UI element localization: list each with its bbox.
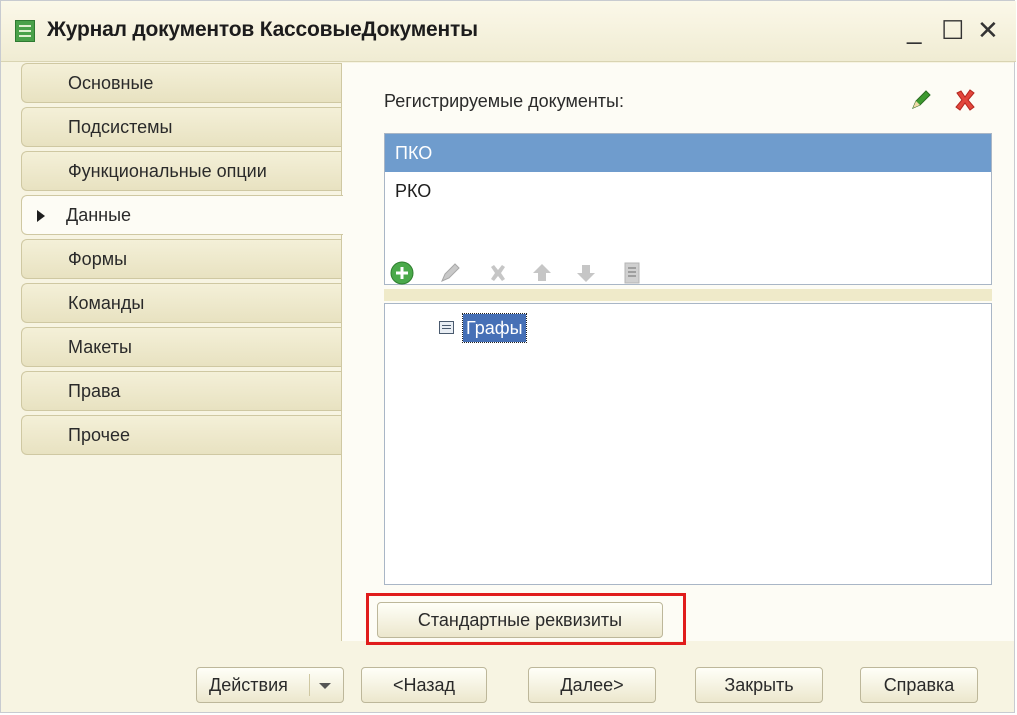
standard-attributes-button[interactable]: Стандартные реквизиты [377, 602, 663, 638]
columns-tree[interactable]: Графы [384, 303, 992, 585]
maximize-button[interactable]: ☐ [941, 15, 964, 45]
tab-komandy[interactable]: Команды [21, 283, 341, 323]
active-tab-arrow-icon [37, 210, 45, 222]
journal-icon [15, 20, 35, 42]
next-button[interactable]: Далее> [528, 667, 656, 703]
actions-button[interactable]: Действия [196, 667, 344, 703]
tab-makety[interactable]: Макеты [21, 327, 341, 367]
minimize-button[interactable]: _ [907, 15, 921, 45]
close-window-button[interactable]: ✕ [977, 15, 999, 45]
dialog-footer: Действия <Назад Далее> Закрыть Справка [1, 641, 1016, 714]
tab-label: Прочее [68, 425, 130, 445]
add-icon[interactable] [388, 259, 416, 287]
tab-label: Команды [68, 293, 145, 313]
tab-prava[interactable]: Права [21, 371, 341, 411]
divider [384, 289, 992, 301]
tab-label: Права [68, 381, 121, 401]
columns-group-icon [439, 321, 454, 334]
tab-label: Основные [68, 73, 154, 93]
pencil-icon[interactable] [908, 87, 934, 113]
tab-funktsionalnye-optsii[interactable]: Функциональные опции [21, 151, 341, 191]
list-item[interactable]: РКО [385, 172, 991, 210]
tab-label: Макеты [68, 337, 132, 357]
tab-label: Данные [66, 205, 132, 225]
delete-x-icon[interactable] [952, 87, 978, 113]
help-button[interactable]: Справка [860, 667, 978, 703]
actions-label: Действия [209, 675, 288, 695]
tab-label: Подсистемы [68, 117, 173, 137]
list-icon[interactable] [618, 259, 646, 287]
tab-formy[interactable]: Формы [21, 239, 341, 279]
tab-prochee[interactable]: Прочее [21, 415, 341, 455]
back-button[interactable]: <Назад [361, 667, 487, 703]
data-tab-panel: Регистрируемые документы: ПКО РКО Графы … [341, 63, 1014, 645]
tab-label: Функциональные опции [68, 161, 267, 181]
title-bar: Журнал документов КассовыеДокументы _ ☐ … [1, 1, 1016, 62]
journal-window: Журнал документов КассовыеДокументы _ ☐ … [0, 0, 1016, 714]
window-title: Журнал документов КассовыеДокументы [47, 18, 478, 41]
close-button[interactable]: Закрыть [695, 667, 823, 703]
chevron-down-icon [319, 683, 331, 689]
highlight-frame: Стандартные реквизиты [366, 593, 686, 645]
list-item[interactable]: ПКО [385, 134, 991, 172]
edit-icon[interactable] [436, 259, 464, 287]
tab-label: Формы [68, 249, 128, 269]
tab-podsistemy[interactable]: Подсистемы [21, 107, 341, 147]
tree-item-label: Графы [462, 313, 527, 343]
columns-toolbar [384, 259, 664, 285]
move-down-icon[interactable] [572, 259, 600, 287]
section-tabs: Основные Подсистемы Функциональные опции… [21, 63, 343, 461]
delete-icon[interactable] [484, 259, 512, 287]
registered-documents-label: Регистрируемые документы: [384, 91, 624, 111]
tab-osnovnye[interactable]: Основные [21, 63, 341, 103]
tab-dannye[interactable]: Данные [21, 195, 343, 235]
divider [309, 674, 310, 696]
move-up-icon[interactable] [528, 259, 556, 287]
